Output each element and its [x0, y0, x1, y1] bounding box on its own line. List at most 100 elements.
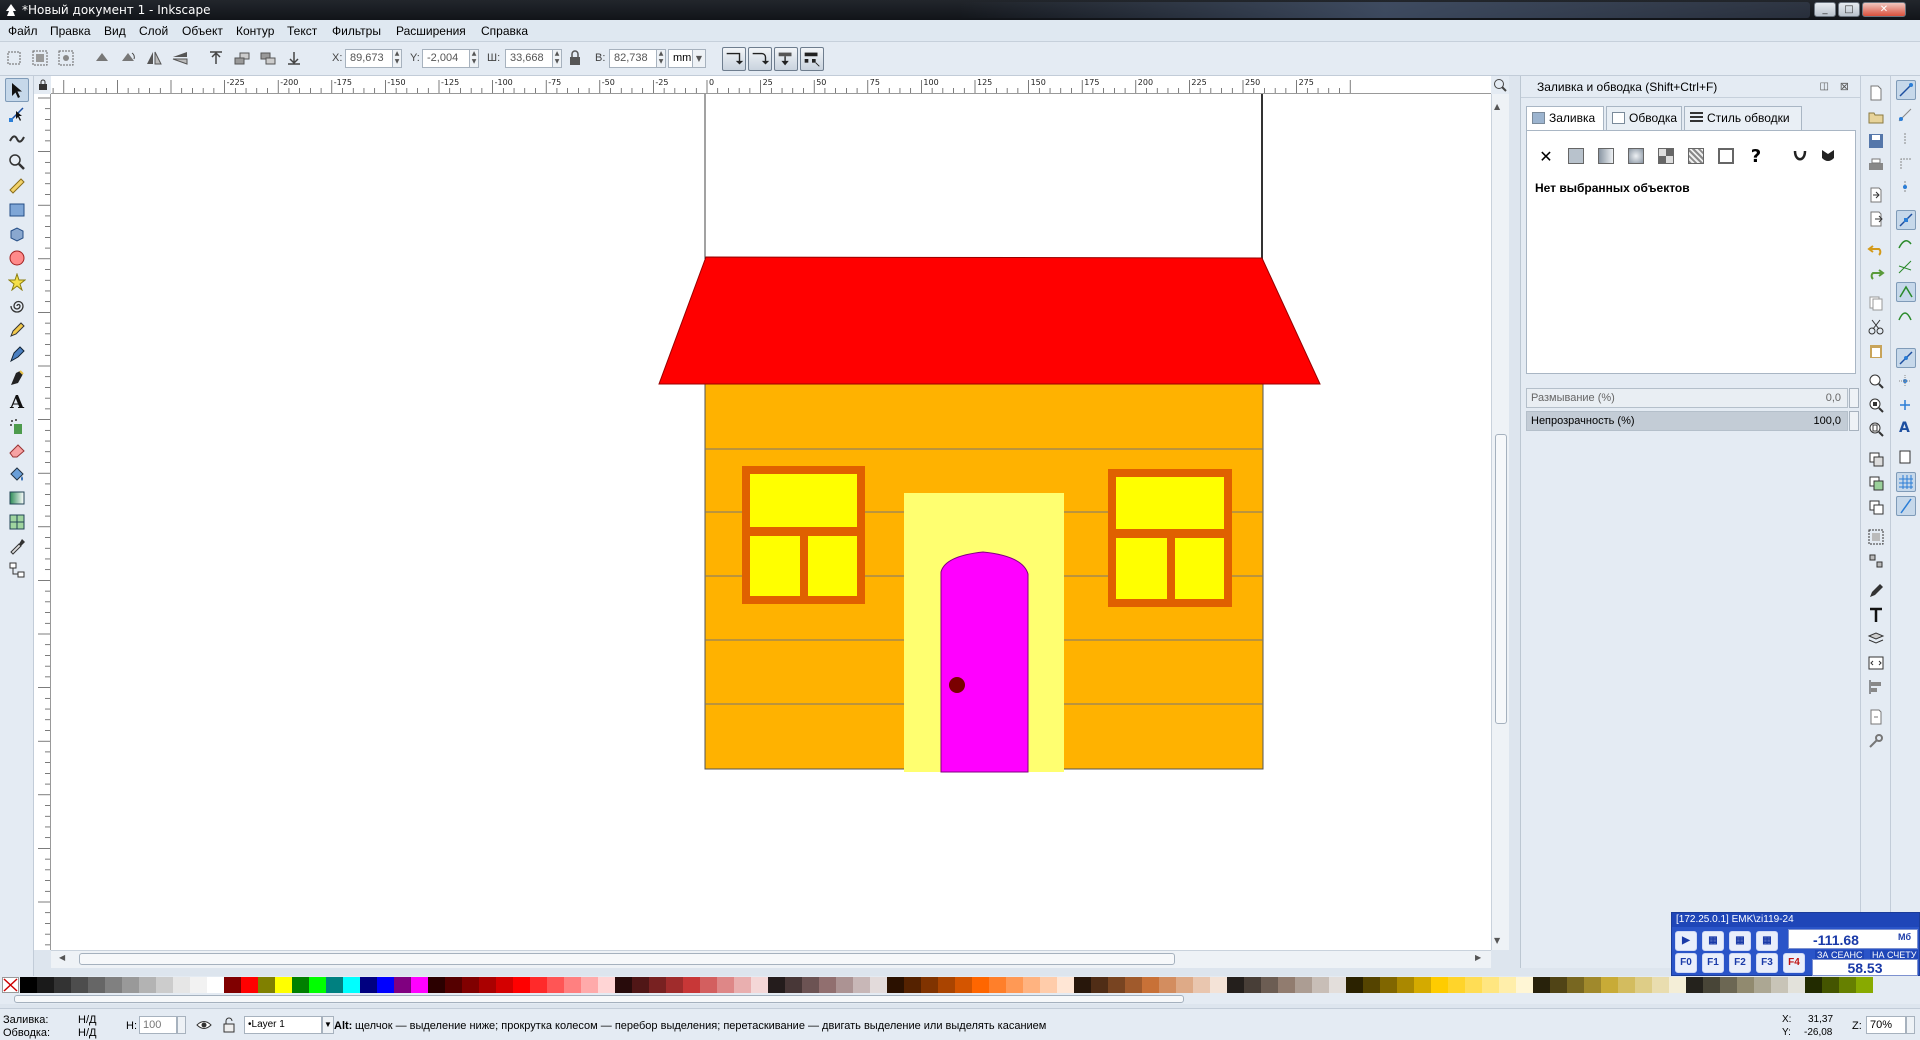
- color-swatch[interactable]: [581, 977, 598, 993]
- color-swatch[interactable]: [955, 977, 972, 993]
- menu-layer[interactable]: Слой: [139, 24, 168, 38]
- f2-button[interactable]: F2: [1729, 953, 1751, 973]
- calligraphy-tool-icon[interactable]: [5, 366, 29, 390]
- lower-icon[interactable]: [258, 49, 278, 67]
- color-swatch[interactable]: [785, 977, 802, 993]
- opacity-slider[interactable]: Непрозрачность (%) 100,0: [1526, 411, 1859, 431]
- color-swatch[interactable]: [632, 977, 649, 993]
- color-swatch[interactable]: [292, 977, 309, 993]
- paint-bucket-tool-icon[interactable]: [5, 462, 29, 486]
- color-swatch[interactable]: [768, 977, 785, 993]
- scale-stroke-toggle[interactable]: [722, 47, 746, 71]
- color-swatch[interactable]: [105, 977, 122, 993]
- color-swatch[interactable]: [139, 977, 156, 993]
- color-swatch[interactable]: [1720, 977, 1737, 993]
- color-swatch[interactable]: [547, 977, 564, 993]
- save-icon[interactable]: [1867, 132, 1885, 150]
- color-swatch[interactable]: [513, 977, 530, 993]
- pen-tool-icon[interactable]: [5, 342, 29, 366]
- unset-paint-icon[interactable]: ?: [1745, 145, 1767, 167]
- snap-text-baseline-icon[interactable]: A: [1896, 420, 1916, 440]
- no-paint-icon[interactable]: ✕: [1535, 145, 1557, 167]
- color-swatch[interactable]: [71, 977, 88, 993]
- f4-button[interactable]: F4: [1783, 953, 1805, 973]
- color-swatch[interactable]: [683, 977, 700, 993]
- width-spinner[interactable]: ▲ ▼: [552, 49, 562, 68]
- node-tool-icon[interactable]: [5, 102, 29, 126]
- layer-lock-icon[interactable]: [222, 1017, 236, 1033]
- spiral-tool-icon[interactable]: [5, 294, 29, 318]
- raise-icon[interactable]: [232, 49, 252, 67]
- color-swatch[interactable]: [1312, 977, 1329, 993]
- spray-tool-icon[interactable]: [5, 414, 29, 438]
- redo-icon[interactable]: [1867, 264, 1885, 282]
- snap-guide-icon[interactable]: [1896, 496, 1916, 516]
- color-swatch[interactable]: [1227, 977, 1244, 993]
- color-swatch[interactable]: [20, 977, 37, 993]
- color-swatch[interactable]: [462, 977, 479, 993]
- group-icon[interactable]: [1867, 528, 1885, 546]
- mesh-gradient-icon[interactable]: [1655, 145, 1677, 167]
- color-swatch[interactable]: [1346, 977, 1363, 993]
- color-swatch[interactable]: [1652, 977, 1669, 993]
- height-field[interactable]: 82,738: [609, 49, 657, 68]
- color-swatch[interactable]: [530, 977, 547, 993]
- snap-enable-icon[interactable]: [1896, 80, 1916, 100]
- menu-extensions[interactable]: Расширения: [396, 24, 466, 38]
- color-swatch[interactable]: [1329, 977, 1346, 993]
- pattern-icon[interactable]: [1685, 145, 1707, 167]
- ellipse-tool-icon[interactable]: [5, 246, 29, 270]
- color-swatch[interactable]: [1142, 977, 1159, 993]
- rotate-cw-icon[interactable]: [118, 49, 138, 67]
- maximize-button[interactable]: □: [1838, 2, 1860, 17]
- grid-view-icon[interactable]: ▦: [1702, 931, 1724, 951]
- color-swatch[interactable]: [904, 977, 921, 993]
- tab-fill[interactable]: Заливка: [1526, 106, 1604, 131]
- blur-slider[interactable]: Размывание (%) 0,0: [1526, 388, 1859, 408]
- align-icon[interactable]: [1867, 678, 1885, 696]
- color-swatch[interactable]: [411, 977, 428, 993]
- color-swatch[interactable]: [377, 977, 394, 993]
- color-swatch[interactable]: [819, 977, 836, 993]
- connector-tool-icon[interactable]: [5, 558, 29, 582]
- color-swatch[interactable]: [921, 977, 938, 993]
- color-swatch[interactable]: [258, 977, 275, 993]
- tab-stroke-paint[interactable]: Обводка: [1606, 106, 1682, 130]
- dropper-tool-icon[interactable]: [5, 534, 29, 558]
- stroke-value[interactable]: Н/Д: [78, 1027, 96, 1039]
- color-swatch[interactable]: [190, 977, 207, 993]
- transform-patterns-toggle[interactable]: [800, 47, 824, 71]
- snap-rotation-center-icon[interactable]: [1896, 396, 1916, 416]
- color-swatch[interactable]: [1465, 977, 1482, 993]
- f1-button[interactable]: F1: [1702, 953, 1724, 973]
- layers-icon[interactable]: [1867, 630, 1885, 648]
- vertical-ruler[interactable]: [34, 94, 51, 950]
- color-swatch[interactable]: [343, 977, 360, 993]
- menu-view[interactable]: Вид: [104, 24, 126, 38]
- color-swatch[interactable]: [1771, 977, 1788, 993]
- color-swatch[interactable]: [1176, 977, 1193, 993]
- linear-gradient-icon[interactable]: [1595, 145, 1617, 167]
- star-tool-icon[interactable]: [5, 270, 29, 294]
- color-swatch[interactable]: [1550, 977, 1567, 993]
- color-swatch[interactable]: [615, 977, 632, 993]
- color-swatch[interactable]: [1244, 977, 1261, 993]
- color-swatch[interactable]: [1567, 977, 1584, 993]
- guide-lock-icon[interactable]: [37, 79, 49, 91]
- color-swatch[interactable]: [1006, 977, 1023, 993]
- raise-to-top-icon[interactable]: [206, 49, 226, 67]
- mesh-tool-icon[interactable]: [5, 510, 29, 534]
- x-spinner[interactable]: ▲ ▼: [392, 49, 402, 68]
- color-swatch[interactable]: [1261, 977, 1278, 993]
- color-swatch[interactable]: [1091, 977, 1108, 993]
- menu-text[interactable]: Текст: [287, 24, 317, 38]
- lower-to-bottom-icon[interactable]: [284, 49, 304, 67]
- color-swatch[interactable]: [1482, 977, 1499, 993]
- house-roof[interactable]: [658, 256, 1321, 385]
- flat-color-icon[interactable]: [1565, 145, 1587, 167]
- color-swatch[interactable]: [1635, 977, 1652, 993]
- vertical-scroll-thumb[interactable]: [1495, 434, 1507, 724]
- clone-icon[interactable]: [1867, 474, 1885, 492]
- menu-object[interactable]: Объект: [182, 24, 223, 38]
- color-swatch[interactable]: [1516, 977, 1533, 993]
